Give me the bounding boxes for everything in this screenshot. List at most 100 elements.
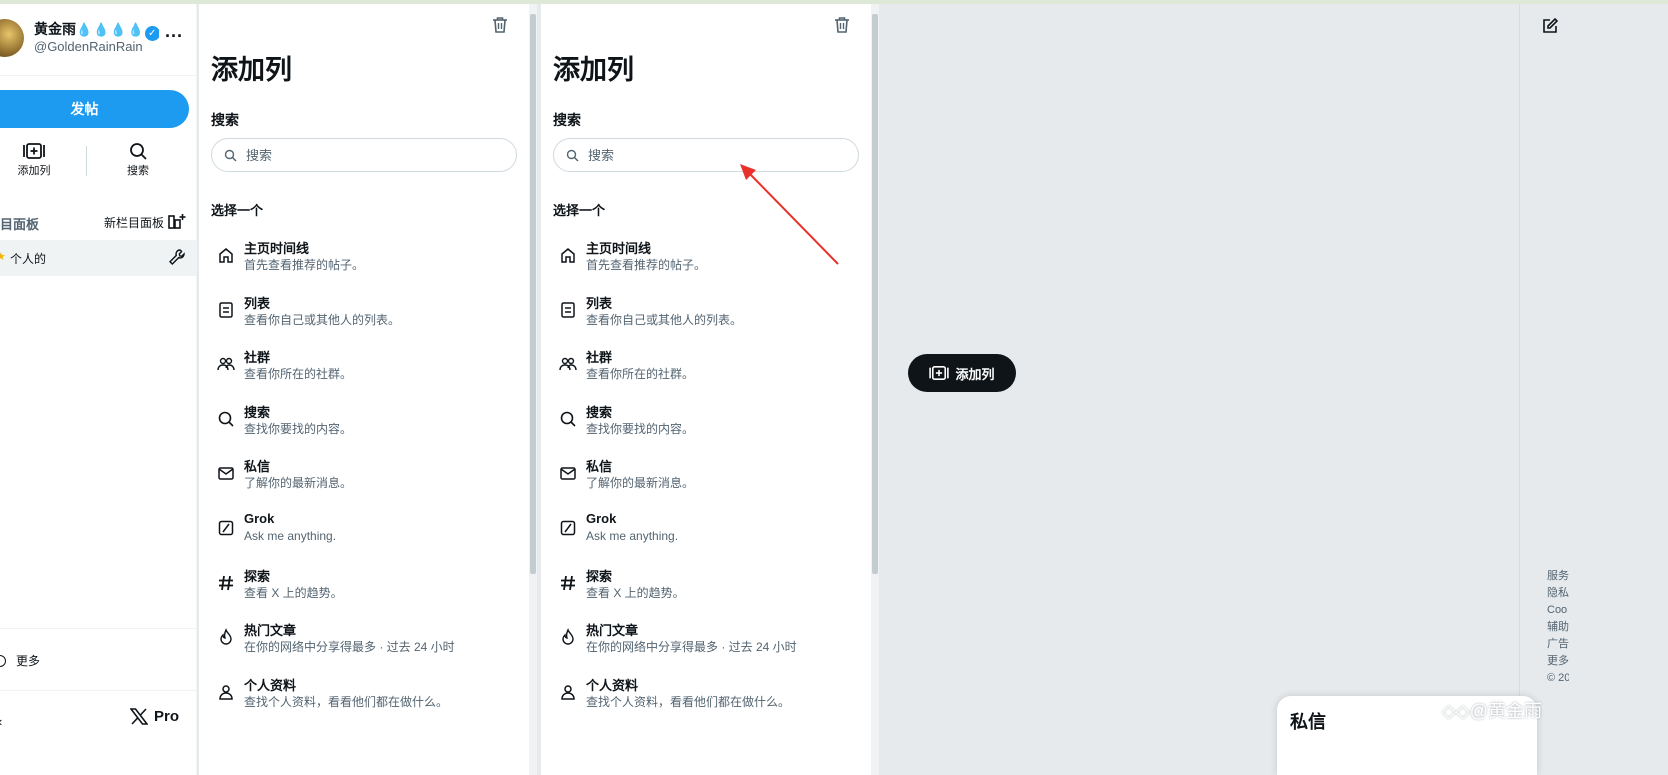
option-title: 探索 (244, 568, 271, 584)
search-box[interactable] (553, 138, 859, 172)
option-description: 查找你要找的内容。 (244, 421, 353, 436)
option-description: 查找你要找的内容。 (586, 421, 695, 436)
scrollbar-thumb[interactable] (872, 14, 878, 574)
x-pro-logo[interactable]: Pro (130, 708, 179, 725)
column-option[interactable]: 私信 了解你的最新消息。 (553, 456, 859, 506)
footer-links: 服务 隐私 Coo 辅助 广告 更多 © 20 (1547, 568, 1569, 687)
option-title: 个人资料 (586, 677, 639, 693)
search-icon (560, 411, 576, 427)
search-box[interactable] (211, 138, 517, 172)
home-icon (219, 248, 233, 263)
avatar[interactable] (0, 19, 24, 57)
flame-icon (562, 628, 574, 645)
option-title: 社群 (586, 350, 613, 366)
column-option[interactable]: 私信 了解你的最新消息。 (211, 456, 517, 506)
column-option[interactable]: Grok Ask me anything. (553, 511, 859, 561)
column-option[interactable]: 社群 查看你所在的社群。 (211, 347, 517, 397)
profile-name: 黄金雨💧💧💧💧 ✓ (34, 19, 159, 41)
column-option[interactable]: 探索 查看 X 上的趋势。 (553, 566, 859, 616)
footer-link[interactable]: 服务 (1547, 568, 1569, 585)
search-input[interactable] (588, 146, 848, 164)
scrollbar-thumb[interactable] (530, 14, 536, 574)
column-option[interactable]: 个人资料 查找个人资料，看看他们都在做什么。 (211, 675, 517, 725)
right-sidebar: 服务 隐私 Coo 辅助 广告 更多 © 20 (1519, 4, 1668, 775)
more-menu-button[interactable]: 更多 (0, 652, 40, 669)
column-option[interactable]: 列表 查看你自己或其他人的列表。 (553, 293, 859, 343)
person-icon (561, 685, 575, 700)
x-logo-icon (130, 708, 148, 725)
star-icon: ★ (0, 251, 6, 263)
trash-icon[interactable] (491, 16, 509, 34)
watermark: ◇◇@黄金雨 (1442, 701, 1542, 721)
column-option[interactable]: 主页时间线 首先查看推荐的帖子。 (553, 238, 859, 288)
option-description: 首先查看推荐的帖子。 (244, 258, 365, 272)
profile-header[interactable]: 黄金雨💧💧💧💧 ✓ @GoldenRainRain ··· (0, 4, 197, 76)
page-title: 添加列 (553, 55, 634, 85)
footer-link[interactable]: 更多 (1547, 653, 1569, 670)
option-title: 热门文章 (586, 623, 639, 639)
column-option[interactable]: Grok Ask me anything. (211, 511, 517, 561)
column-option[interactable]: 热门文章 在你的网络中分享得最多 · 过去 24 小时 (211, 620, 517, 670)
column-option[interactable]: 搜索 查找你要找的内容。 (211, 402, 517, 452)
wrench-icon[interactable] (168, 248, 186, 266)
watermark-icon: ◇◇ (1442, 701, 1470, 721)
search-section-label: 搜索 (211, 112, 239, 128)
quick-add-column-button[interactable]: 添加列 (4, 142, 64, 178)
home-icon (561, 248, 575, 263)
quick-search-button[interactable]: 搜索 (108, 142, 168, 178)
quick-add-column-label: 添加列 (17, 165, 51, 177)
pick-one-label: 选择一个 (211, 203, 264, 218)
option-title: 探索 (586, 568, 613, 584)
footer-link[interactable]: © 20 (1547, 670, 1569, 687)
column-option[interactable]: 热门文章 在你的网络中分享得最多 · 过去 24 小时 (553, 620, 859, 670)
scrollbar[interactable] (871, 4, 879, 775)
verified-icon: ✓ (144, 26, 159, 41)
option-description: 查看 X 上的趋势。 (244, 585, 343, 600)
search-icon (224, 149, 237, 162)
column-option[interactable]: 探索 查看 X 上的趋势。 (211, 566, 517, 616)
option-description: Ask me anything. (586, 529, 679, 543)
option-title: 个人资料 (244, 677, 297, 693)
option-description: 在你的网络中分享得最多 · 过去 24 小时 (244, 640, 455, 655)
option-description: 查看你所在的社群。 (586, 367, 695, 382)
page-title: 添加列 (211, 55, 292, 85)
trash-icon[interactable] (833, 16, 851, 34)
option-description: 查看 X 上的趋势。 (586, 585, 685, 600)
add-column-icon (23, 143, 45, 159)
option-description: 首先查看推荐的帖子。 (586, 258, 707, 272)
scrollbar[interactable] (529, 4, 537, 775)
deck-item-personal[interactable]: ★ 个人的 (0, 240, 196, 276)
post-button[interactable]: 发帖 (0, 90, 189, 128)
option-description: 查看你自己或其他人的列表。 (586, 312, 743, 327)
search-input[interactable] (246, 146, 506, 164)
search-icon (130, 143, 147, 160)
footer-link[interactable]: Coo (1547, 602, 1569, 619)
mail-icon (560, 467, 576, 481)
more-options-icon[interactable]: ··· (165, 26, 183, 47)
sidebar: 黄金雨💧💧💧💧 ✓ @GoldenRainRain ··· 发帖 添加列 搜索 目… (0, 4, 197, 775)
column-option[interactable]: 个人资料 查找个人资料，看看他们都在做什么。 (553, 675, 859, 725)
option-title: 列表 (244, 295, 271, 311)
add-column-button[interactable]: 添加列 (908, 354, 1016, 392)
option-title: 社群 (244, 350, 271, 366)
option-description: 在你的网络中分享得最多 · 过去 24 小时 (586, 640, 797, 655)
decks-title: 目面板 (0, 217, 40, 232)
option-title: Grok (586, 511, 617, 526)
new-deck-link[interactable]: 新栏目面板 (104, 214, 164, 231)
column-option[interactable]: 搜索 查找你要找的内容。 (553, 402, 859, 452)
column-option[interactable]: 主页时间线 首先查看推荐的帖子。 (211, 238, 517, 288)
list-icon (561, 301, 575, 318)
footer-link[interactable]: 广告 (1547, 636, 1569, 653)
add-column-panel: 添加列 搜索 选择一个 主页时间线首先查看推荐的帖子。列表查看你自己或其他人的列… (541, 4, 871, 775)
footer-link[interactable]: 辅助 (1547, 619, 1569, 636)
compose-icon[interactable] (1542, 18, 1558, 34)
option-title: Grok (244, 511, 275, 526)
add-column-icon (929, 365, 950, 381)
new-deck-icon[interactable] (168, 213, 186, 229)
option-description: 了解你的最新消息。 (244, 476, 353, 491)
footer-link[interactable]: 隐私 (1547, 585, 1569, 602)
option-description: 查找个人资料，看看他们都在做什么。 (586, 694, 791, 709)
column-option[interactable]: 社群 查看你所在的社群。 (553, 347, 859, 397)
column-option[interactable]: 列表 查看你自己或其他人的列表。 (211, 293, 517, 343)
chevron-icon[interactable]: ‹ (0, 714, 2, 729)
